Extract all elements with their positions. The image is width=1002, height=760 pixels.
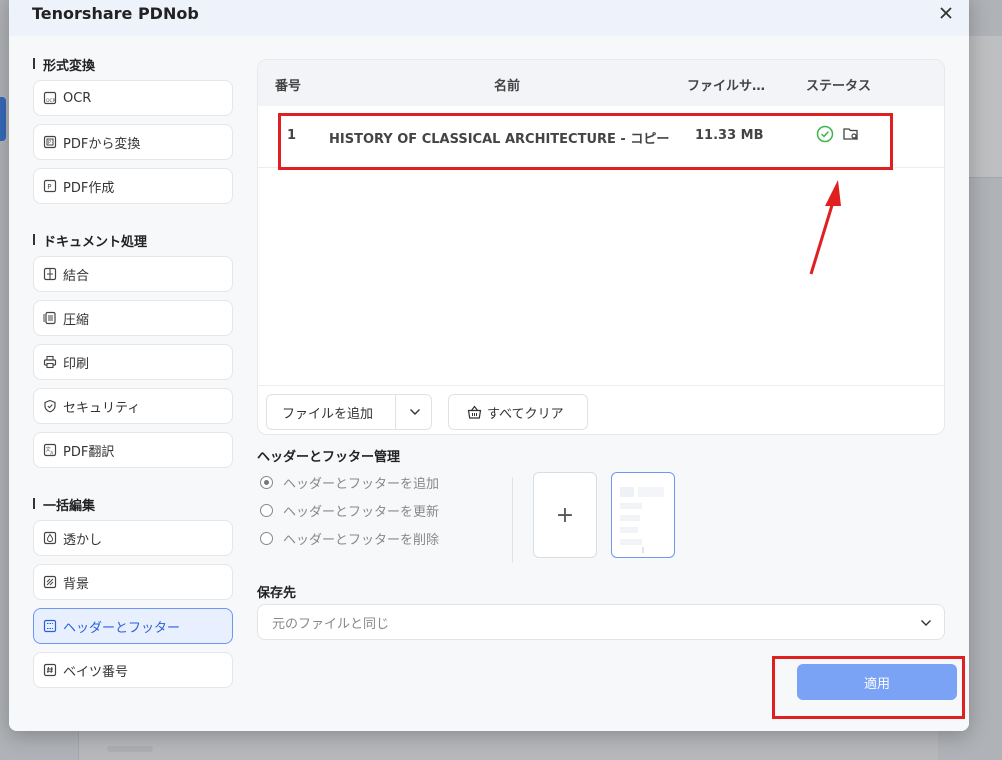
divider [512, 477, 513, 563]
sidebar-item-merge[interactable]: 結合 [33, 256, 233, 292]
dialog-title: Tenorshare PDNob [32, 4, 199, 23]
column-size: ファイルサ… [687, 79, 766, 94]
translate-icon: 文A [43, 443, 57, 457]
pdf-convert-icon: P [43, 135, 57, 149]
sidebar-item-security[interactable]: セキュリティ [33, 388, 233, 424]
header-footer-icon [43, 619, 57, 633]
sidebar-item-label: OCR [63, 90, 92, 106]
radio-button[interactable] [260, 532, 273, 545]
add-template-button[interactable]: + [533, 472, 597, 558]
sidebar-item-convert-from-pdf[interactable]: P PDFから変換 [33, 124, 233, 160]
sidebar-item-label: PDF作成 [63, 180, 115, 196]
save-location-select[interactable]: 元のファイルと同じ [257, 604, 945, 640]
template-preview-icon [620, 487, 664, 553]
split-divider [395, 395, 396, 429]
sidebar-item-background[interactable]: 背景 [33, 564, 233, 600]
sidebar-item-pdf-translate[interactable]: 文A PDF翻訳 [33, 432, 233, 468]
radio-label: ヘッダーとフッターを追加 [283, 477, 440, 492]
section-title-document: ドキュメント処理 [33, 231, 147, 250]
annotation-box-file-row [278, 113, 893, 170]
save-location-value: 元のファイルと同じ [272, 616, 390, 632]
column-status: ステータス [806, 79, 872, 94]
annotation-arrow-icon [809, 180, 841, 275]
chevron-down-icon [921, 620, 931, 626]
radio-delete-header-footer[interactable]: ヘッダーとフッターを削除 [260, 529, 439, 548]
radio-add-header-footer[interactable]: ヘッダーとフッターを追加 [260, 473, 439, 492]
file-table-header: 番号 名前 ファイルサ… ステータス [258, 60, 944, 106]
sidebar-item-label: セキュリティ [63, 400, 141, 416]
file-panel-toolbar: ファイルを追加 すべてクリア [258, 385, 944, 434]
sidebar: 形式変換 OCR OCR P PDFから変換 P PDF作成 ドキュメント処理 … [9, 36, 249, 731]
header-footer-title: ヘッダーとフッター管理 [257, 450, 401, 465]
ocr-icon: OCR [43, 91, 57, 105]
shield-icon [44, 399, 56, 413]
sidebar-item-label: 結合 [63, 268, 90, 284]
pdf-create-icon: P [43, 179, 57, 193]
section-title-conversion: 形式変換 [33, 55, 95, 74]
sidebar-item-header-footer[interactable]: ヘッダーとフッター [33, 608, 233, 644]
radio-label: ヘッダーとフッターを更新 [283, 505, 440, 520]
add-file-button[interactable]: ファイルを追加 [266, 394, 432, 430]
sidebar-item-print[interactable]: 印刷 [33, 344, 233, 380]
annotation-box-apply [772, 656, 965, 719]
sidebar-item-create-pdf[interactable]: P PDF作成 [33, 168, 233, 204]
batch-dialog: Tenorshare PDNob 形式変換 OCR OCR P PDFから変換 … [9, 0, 969, 731]
basket-icon [467, 405, 482, 419]
template-thumbnail[interactable] [611, 472, 675, 558]
clear-all-label: すべてクリア [487, 406, 564, 422]
printer-icon [43, 355, 57, 369]
sidebar-item-label: ベイツ番号 [63, 664, 129, 680]
sidebar-item-label: ヘッダーとフッター [63, 620, 181, 636]
radio-update-header-footer[interactable]: ヘッダーとフッターを更新 [260, 501, 439, 520]
radio-button[interactable] [260, 504, 273, 517]
section-title-batch-edit: 一括編集 [33, 495, 95, 514]
radio-label: ヘッダーとフッターを削除 [283, 533, 440, 548]
column-name: 名前 [494, 79, 521, 94]
svg-text:OCR: OCR [46, 98, 56, 104]
svg-text:P: P [47, 183, 51, 191]
clear-all-button[interactable]: すべてクリア [448, 394, 588, 430]
background-icon [43, 575, 57, 589]
sidebar-item-label: 背景 [63, 576, 90, 592]
radio-button[interactable] [260, 476, 273, 489]
sidebar-item-label: PDF翻訳 [63, 444, 115, 460]
watermark-icon [43, 531, 57, 545]
sidebar-item-compress[interactable]: 圧縮 [33, 300, 233, 336]
sidebar-item-label: 印刷 [63, 356, 90, 372]
dialog-titlebar: Tenorshare PDNob [9, 0, 969, 36]
add-file-label: ファイルを追加 [282, 406, 374, 422]
save-location-title: 保存先 [257, 586, 297, 601]
column-number: 番号 [275, 79, 302, 94]
close-icon[interactable] [937, 4, 955, 22]
merge-icon [43, 267, 57, 281]
bates-number-icon [43, 663, 57, 677]
sidebar-item-label: PDFから変換 [63, 136, 141, 152]
sidebar-item-label: 圧縮 [63, 312, 90, 328]
chevron-down-icon[interactable] [409, 408, 421, 416]
sidebar-item-bates-number[interactable]: ベイツ番号 [33, 652, 233, 688]
svg-text:P: P [48, 140, 51, 146]
sidebar-item-ocr[interactable]: OCR OCR [33, 80, 233, 116]
compress-icon [43, 311, 56, 325]
sidebar-item-label: 透かし [63, 532, 103, 548]
sidebar-item-watermark[interactable]: 透かし [33, 520, 233, 556]
